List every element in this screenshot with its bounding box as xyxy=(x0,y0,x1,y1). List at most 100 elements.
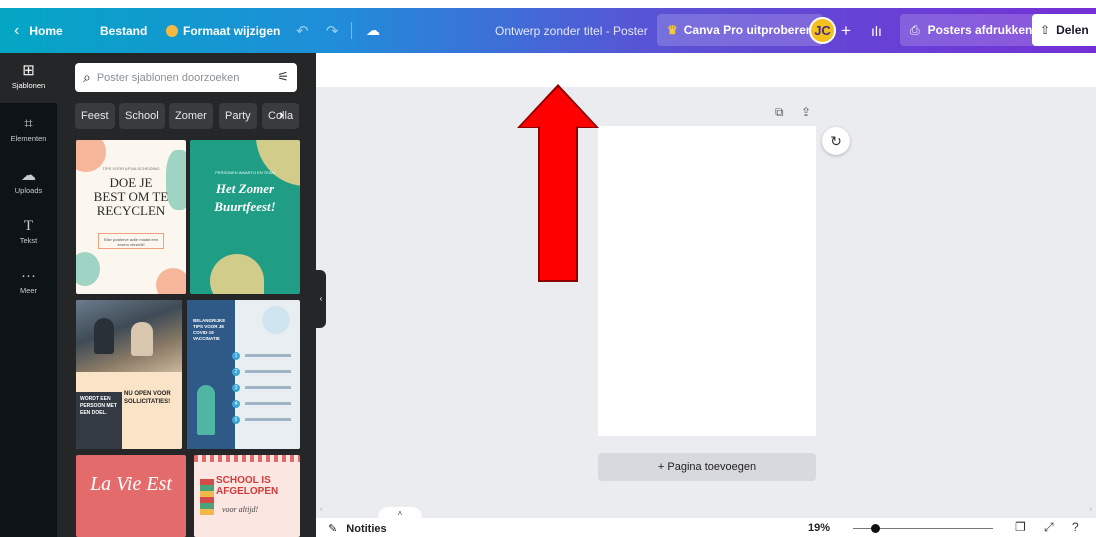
zoom-level[interactable]: 19% xyxy=(808,522,830,534)
chip-school[interactable]: School xyxy=(119,103,165,129)
template-la-vie-poster[interactable]: La Vie Est xyxy=(76,455,186,537)
add-page-button[interactable]: + Pagina toevoegen xyxy=(598,453,816,481)
add-member-icon[interactable]: + xyxy=(841,8,851,53)
avatar[interactable]: JC xyxy=(809,17,836,44)
notes-button[interactable]: ✎ Notities xyxy=(328,522,387,535)
template-recycle-poster[interactable]: TIPS VOOR AFVALSCHEIDING DOE JE BEST OM … xyxy=(76,140,186,294)
decor-circle xyxy=(262,306,290,334)
search-input[interactable] xyxy=(96,71,257,84)
chip-party[interactable]: Party xyxy=(219,103,257,129)
template-title: BELANGRIJKE TIPS VOOR JE COVID-19 VACCIN… xyxy=(193,318,226,341)
decor-blob xyxy=(156,268,186,294)
rail-item-uploads[interactable]: ☁ Uploads xyxy=(0,167,57,195)
rail-item-label: Sjablonen xyxy=(11,81,46,90)
rail-item-templates[interactable]: ⊞ Sjablonen xyxy=(0,53,57,103)
text-icon: T xyxy=(23,218,34,234)
fullscreen-icon[interactable]: ⤢ xyxy=(1044,520,1054,535)
template-title: DOE JE BEST OM TE RECYCLEN xyxy=(76,176,186,218)
share-button[interactable]: ⇧ Delen xyxy=(1032,14,1096,46)
rail-item-text[interactable]: T Tekst xyxy=(0,217,57,245)
decor-blob xyxy=(76,252,100,286)
title-line: Het Zomer xyxy=(215,181,275,196)
help-icon[interactable]: ? xyxy=(1072,520,1079,534)
crown-icon: ♛ xyxy=(667,23,678,37)
resize-label: Formaat wijzigen xyxy=(183,23,281,38)
template-covid-tips-poster[interactable]: BELANGRIJKE TIPS VOOR JE COVID-19 VACCIN… xyxy=(187,300,300,449)
templates-icon: ⊞ xyxy=(22,62,35,79)
template-title: NU OPEN VOOR SOLLICITATIES! xyxy=(124,391,171,405)
home-label: Home xyxy=(29,23,63,38)
duplicate-page-icon[interactable]: ⧉ xyxy=(775,105,784,120)
rail-item-more[interactable]: ··· Meer xyxy=(0,267,57,295)
step-line xyxy=(245,354,291,357)
step-marker: 2 xyxy=(232,368,240,376)
template-summer-party-poster[interactable]: PERSONEN WAARTIJ EN TEAM Het Zomer Buurt… xyxy=(190,140,300,294)
resize-button[interactable]: Formaat wijzigen xyxy=(166,8,280,53)
try-pro-button[interactable]: ♛ Canva Pro uitproberen xyxy=(657,14,824,46)
add-page-icon[interactable]: ⇪ xyxy=(801,105,811,119)
cloud-sync-icon[interactable]: ☁ xyxy=(366,8,380,53)
annotation-arrow-shaft xyxy=(538,126,578,282)
step-line xyxy=(245,402,291,405)
collapse-panel-handle[interactable]: ‹ xyxy=(316,270,326,328)
rail-item-label: Uploads xyxy=(14,186,43,195)
zoom-slider[interactable] xyxy=(853,524,993,533)
page-count-icon[interactable]: ❐ xyxy=(1015,520,1026,534)
share-label: Delen xyxy=(1056,23,1089,37)
rail-item-label: Meer xyxy=(19,286,38,295)
undo-icon[interactable]: ↶ xyxy=(296,8,309,53)
print-icon: ⎙ xyxy=(910,22,920,37)
templates-panel: ⌕ ⚟ Feest School Zomer Party Colla › TIP… xyxy=(57,53,316,537)
decor-stripe xyxy=(194,455,300,462)
notes-icon: ✎ xyxy=(328,523,338,535)
scroll-right-icon[interactable]: › xyxy=(1090,506,1092,513)
insights-icon[interactable]: ılı xyxy=(871,8,882,53)
chevron-left-icon: ‹ xyxy=(14,21,20,39)
chevron-right-icon[interactable]: › xyxy=(279,106,284,122)
top-toolbar: ‹ Home Bestand Formaat wijzigen ↶ ↷ ☁ On… xyxy=(0,8,1096,53)
toolbar-divider xyxy=(351,22,352,39)
context-toolbar xyxy=(316,53,1096,87)
try-pro-label: Canva Pro uitproberen xyxy=(683,23,814,37)
decor-person xyxy=(94,318,114,354)
print-posters-label: Posters afdrukken xyxy=(927,23,1033,37)
rail-item-elements[interactable]: ⌗ Elementen xyxy=(0,115,57,143)
design-page[interactable] xyxy=(598,126,816,436)
upload-cloud-icon: ☁ xyxy=(21,167,36,184)
redo-icon[interactable]: ↷ xyxy=(326,8,339,53)
window-top-strip xyxy=(0,0,1096,8)
template-title: Het Zomer Buurtfeest! xyxy=(190,180,300,216)
zoom-slider-handle[interactable] xyxy=(871,524,880,533)
decor-person xyxy=(131,322,153,356)
annotation-arrow-head xyxy=(520,87,596,127)
filter-icon[interactable]: ⚟ xyxy=(277,69,289,85)
step-marker: 4 xyxy=(232,400,240,408)
chip-zomer[interactable]: Zomer xyxy=(169,103,213,129)
template-title: SCHOOL IS AFGELOPEN xyxy=(216,475,279,497)
search-icon: ⌕ xyxy=(83,69,91,85)
chip-feest[interactable]: Feest xyxy=(75,103,115,129)
step-marker: 5 xyxy=(232,416,240,424)
horizontal-scrollbar[interactable]: ‹ › xyxy=(320,506,1096,518)
rail-item-label: Elementen xyxy=(10,134,47,143)
print-posters-button[interactable]: ⎙ Posters afdrukken xyxy=(900,14,1043,46)
home-button[interactable]: ‹ Home xyxy=(14,8,63,53)
title-line: RECYCLEN xyxy=(96,203,166,218)
decor-leaf xyxy=(210,254,264,294)
elements-icon: ⌗ xyxy=(24,115,33,132)
step-marker: 1 xyxy=(232,352,240,360)
crown-badge-icon xyxy=(166,24,178,37)
refresh-suggestions-icon[interactable]: ↻ xyxy=(822,127,850,155)
template-hiring-poster[interactable]: WORDT EEN PERSOON MET EEN DOEL. NU OPEN … xyxy=(76,300,182,449)
template-school-out-poster[interactable]: SCHOOL IS AFGELOPEN voor altijd! xyxy=(194,455,300,537)
template-subtitle: TIPS VOOR AFVALSCHEIDING xyxy=(102,166,160,171)
more-icon: ··· xyxy=(21,267,36,284)
notes-label: Notities xyxy=(346,523,387,535)
template-photo xyxy=(76,300,182,372)
share-upload-icon: ⇧ xyxy=(1040,23,1051,37)
file-menu-button[interactable]: Bestand xyxy=(100,8,147,53)
scroll-left-icon[interactable]: ‹ xyxy=(320,506,322,513)
document-title[interactable]: Ontwerp zonder titel - Poster xyxy=(495,8,648,53)
step-marker: 3 xyxy=(232,384,240,392)
decor-person xyxy=(197,385,215,435)
